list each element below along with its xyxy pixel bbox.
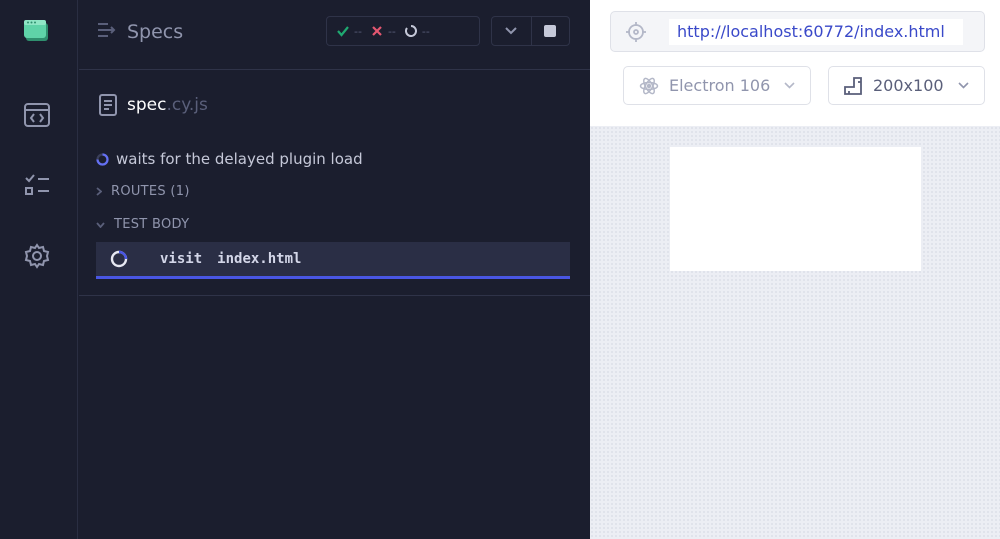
chevron-right-icon bbox=[96, 187, 102, 196]
aut-viewport-area bbox=[590, 126, 1000, 539]
command-name: visit bbox=[160, 251, 203, 267]
spec-file-title: spec.cy.js bbox=[99, 94, 208, 116]
test-divider bbox=[79, 295, 590, 296]
reporter-header: Specs -- -- -- bbox=[79, 0, 590, 70]
chevron-down-icon bbox=[505, 27, 517, 35]
running-spinner-icon bbox=[96, 152, 109, 166]
check-icon bbox=[337, 26, 349, 37]
app-under-test-panel: http://localhost:60772/index.html Electr… bbox=[590, 0, 1000, 539]
chevron-down-icon bbox=[957, 82, 969, 89]
routes-section-toggle[interactable]: ROUTES (1) bbox=[96, 184, 190, 199]
specs-toggle-button[interactable]: Specs bbox=[97, 18, 183, 46]
crosshair-icon[interactable] bbox=[626, 21, 646, 42]
ruler-icon bbox=[844, 76, 862, 95]
electron-icon bbox=[639, 77, 659, 94]
spec-name: spec bbox=[127, 95, 167, 115]
aut-header: http://localhost:60772/index.html Electr… bbox=[590, 0, 1000, 126]
command-argument: index.html bbox=[217, 251, 302, 267]
viewport-selector[interactable]: 200x100 bbox=[828, 66, 985, 105]
spec-extension: .cy.js bbox=[166, 95, 208, 115]
specs-list-icon bbox=[97, 21, 117, 43]
test-stats: -- -- -- bbox=[326, 16, 480, 46]
x-icon bbox=[372, 26, 382, 36]
browser-label: Electron 106 bbox=[669, 76, 771, 95]
stop-icon bbox=[544, 25, 557, 37]
test-body-section-toggle[interactable]: TEST BODY bbox=[96, 217, 189, 232]
expand-chevron-button[interactable] bbox=[492, 17, 531, 45]
reporter-panel: Specs -- -- -- spec.cy.js waits for the … bbox=[79, 0, 590, 539]
chevron-down-icon bbox=[784, 82, 795, 89]
run-controls bbox=[491, 16, 570, 46]
side-nav bbox=[0, 0, 78, 539]
passed-stat: -- bbox=[337, 25, 362, 38]
specs-nav-icon[interactable] bbox=[20, 168, 54, 202]
url-bar[interactable]: http://localhost:60772/index.html bbox=[610, 11, 985, 52]
test-title[interactable]: waits for the delayed plugin load bbox=[96, 150, 363, 168]
viewport-label: 200x100 bbox=[873, 76, 944, 95]
command-spinner-icon bbox=[109, 249, 129, 269]
stop-button[interactable] bbox=[530, 17, 570, 45]
url-text[interactable]: http://localhost:60772/index.html bbox=[669, 18, 963, 45]
specs-label: Specs bbox=[127, 21, 184, 43]
app-iframe[interactable] bbox=[670, 147, 921, 271]
command-row-visit[interactable]: visit index.html bbox=[96, 242, 570, 279]
pending-stat: -- bbox=[404, 25, 430, 38]
browser-selector[interactable]: Electron 106 bbox=[623, 66, 811, 105]
document-icon bbox=[99, 94, 117, 116]
cypress-logo-icon bbox=[20, 14, 54, 48]
chevron-down-icon bbox=[96, 221, 105, 228]
runs-nav-icon[interactable] bbox=[20, 98, 54, 132]
failed-stat: -- bbox=[371, 25, 396, 38]
settings-gear-icon[interactable] bbox=[20, 239, 54, 273]
pending-spinner-icon bbox=[404, 25, 417, 37]
